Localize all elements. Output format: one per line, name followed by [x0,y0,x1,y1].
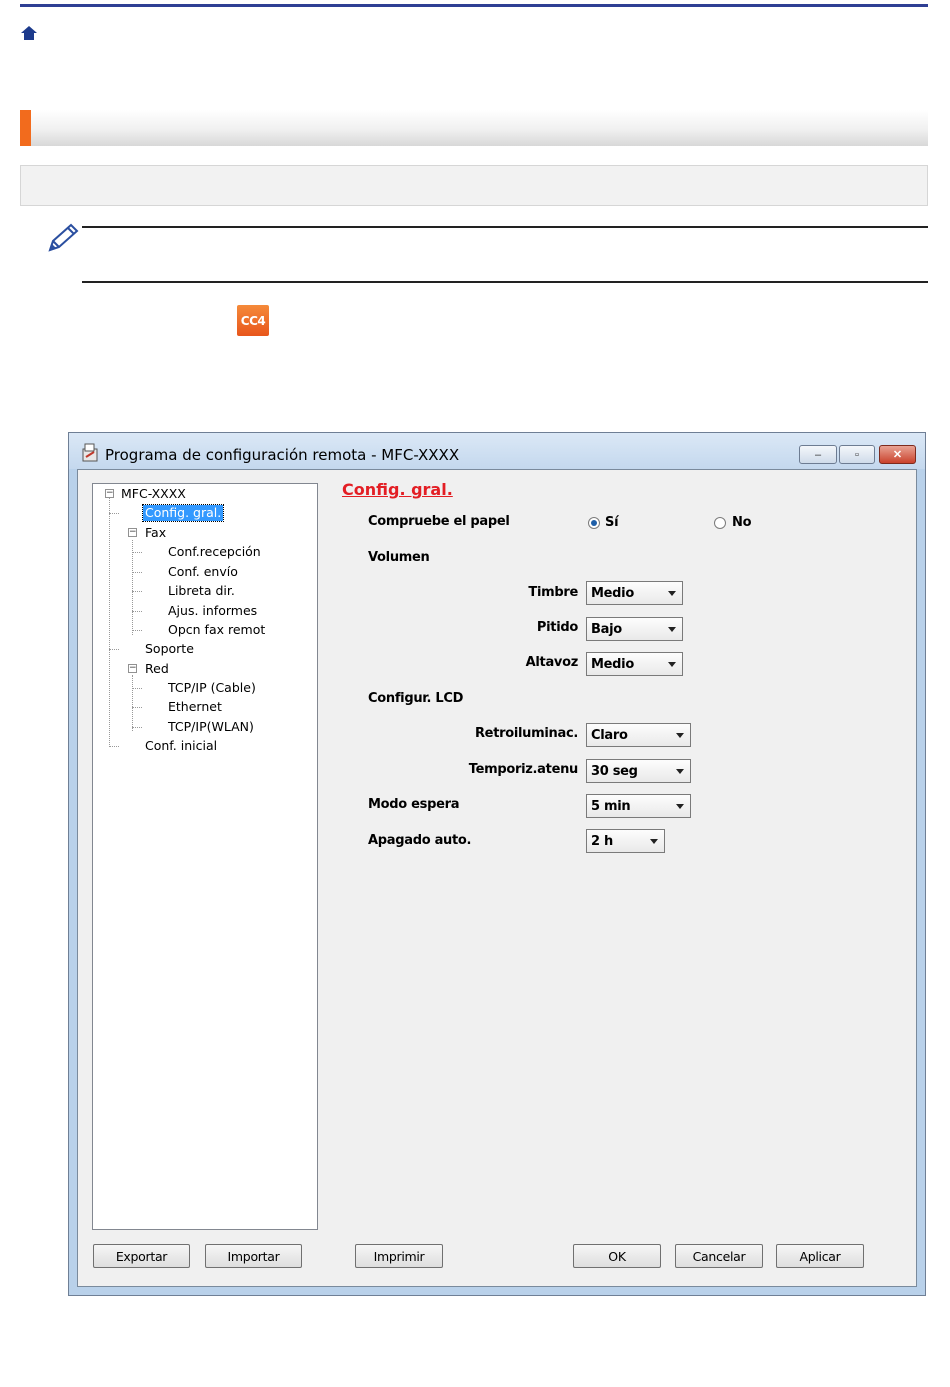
ring-volume-select[interactable]: Medio [586,581,683,605]
chevron-down-icon [676,804,684,809]
ring-volume-value: Medio [591,586,634,601]
collapse-icon[interactable]: − [128,528,137,537]
minimize-button[interactable]: – [799,445,837,464]
chevron-down-icon [668,662,676,667]
auto-off-select[interactable]: 2 h [586,829,665,853]
backlight-label: Retroiluminac. [474,726,578,741]
tree-line [132,675,133,731]
tree-item-config-gral[interactable]: Config. gral. [141,504,225,522]
minimize-icon: – [814,448,822,461]
tree-line [132,572,142,573]
speaker-label: Altavoz [525,655,579,670]
chevron-down-icon [676,769,684,774]
ok-button[interactable]: OK [573,1244,661,1268]
tree-line [109,513,119,514]
note-rule-bottom [82,281,928,283]
app-icon [82,443,98,462]
chevron-down-icon [668,591,676,596]
backlight-select[interactable]: Claro [586,723,691,747]
tree-item-red[interactable]: Red [145,661,169,677]
tree-item-conf-recepcion[interactable]: Conf.recepción [168,544,261,560]
chevron-down-icon [668,627,676,632]
beep-volume-value: Bajo [591,622,622,637]
apply-button[interactable]: Aplicar [776,1244,864,1268]
close-icon: ✕ [892,449,903,461]
pencil-note-icon [48,223,79,252]
section-accent [20,110,31,146]
title-bar[interactable]: Programa de configuración remota - MFC-X… [69,433,925,469]
tree-line [132,688,142,689]
panel-title: Config. gral. [342,480,453,499]
tree-item-conf-envio[interactable]: Conf. envío [168,564,238,580]
tree-item-soporte[interactable]: Soporte [145,641,194,657]
tree-line [109,497,110,747]
tree-root[interactable]: MFC-XXXX [121,486,186,502]
tree-line [132,630,142,631]
maximize-button[interactable]: ▫ [839,445,875,464]
auto-off-label: Apagado auto. [368,833,472,848]
volume-label: Volumen [368,550,430,565]
lcd-settings-label: Configur. LCD [368,691,464,706]
sleep-mode-select[interactable]: 5 min [586,794,691,818]
tree-line [109,746,119,747]
maximize-icon: ▫ [855,448,859,461]
tree-line [132,611,142,612]
tree-line [132,552,142,553]
tree-item-ajus-informes[interactable]: Ajus. informes [168,603,257,619]
top-rule [20,4,928,7]
window-title: Programa de configuración remota - MFC-X… [105,446,460,464]
cc4-icon: CC4 [237,305,269,336]
info-box [20,165,928,206]
window-client-area: − MFC-XXXX Config. gral. − Fax Conf.rece… [77,469,917,1287]
settings-tree[interactable]: − MFC-XXXX Config. gral. − Fax Conf.rece… [92,483,318,1230]
tree-item-conf-inicial[interactable]: Conf. inicial [145,738,217,754]
speaker-volume-select[interactable]: Medio [586,652,683,676]
remote-setup-window: Programa de configuración remota - MFC-X… [68,432,926,1296]
tree-line [132,540,133,635]
backlight-value: Claro [591,728,628,743]
beep-volume-select[interactable]: Bajo [586,617,683,641]
tree-line [109,649,119,650]
sleep-mode-label: Modo espera [368,797,460,812]
collapse-icon[interactable]: − [128,664,137,673]
tree-item-opcn-fax-remot[interactable]: Opcn fax remot [168,622,265,638]
import-button[interactable]: Importar [205,1244,302,1268]
close-button[interactable]: ✕ [879,445,916,464]
check-paper-yes-radio[interactable] [588,517,600,529]
dim-timer-select[interactable]: 30 seg [586,759,691,783]
tree-item-tcpip-wlan[interactable]: TCP/IP(WLAN) [168,719,254,735]
chevron-down-icon [676,733,684,738]
chevron-down-icon [650,839,658,844]
tree-line [132,707,142,708]
section-heading-bar [20,110,928,146]
note-rule-top [82,226,928,228]
ring-label: Timbre [528,585,578,600]
tree-item-libreta-dir[interactable]: Libreta dir. [168,583,235,599]
dim-timer-label: Temporiz.atenu [468,762,579,777]
tree-line [132,591,142,592]
tree-item-fax[interactable]: Fax [145,525,166,541]
check-paper-label: Compruebe el papel [368,514,510,529]
tree-line [132,727,142,728]
check-paper-no-label: No [732,515,752,530]
check-paper-yes-label: Sí [605,515,619,530]
beep-label: Pitido [536,620,578,635]
speaker-volume-value: Medio [591,657,634,672]
dim-timer-value: 30 seg [591,764,638,779]
check-paper-no-radio[interactable] [714,517,726,529]
tree-item-ethernet[interactable]: Ethernet [168,699,222,715]
cancel-button[interactable]: Cancelar [675,1244,763,1268]
tree-item-tcpip-cable[interactable]: TCP/IP (Cable) [168,680,256,696]
print-button[interactable]: Imprimir [355,1244,443,1268]
sleep-mode-value: 5 min [591,799,631,814]
collapse-icon[interactable]: − [105,489,114,498]
auto-off-value: 2 h [591,834,613,849]
export-button[interactable]: Exportar [93,1244,190,1268]
home-icon[interactable] [21,26,37,40]
